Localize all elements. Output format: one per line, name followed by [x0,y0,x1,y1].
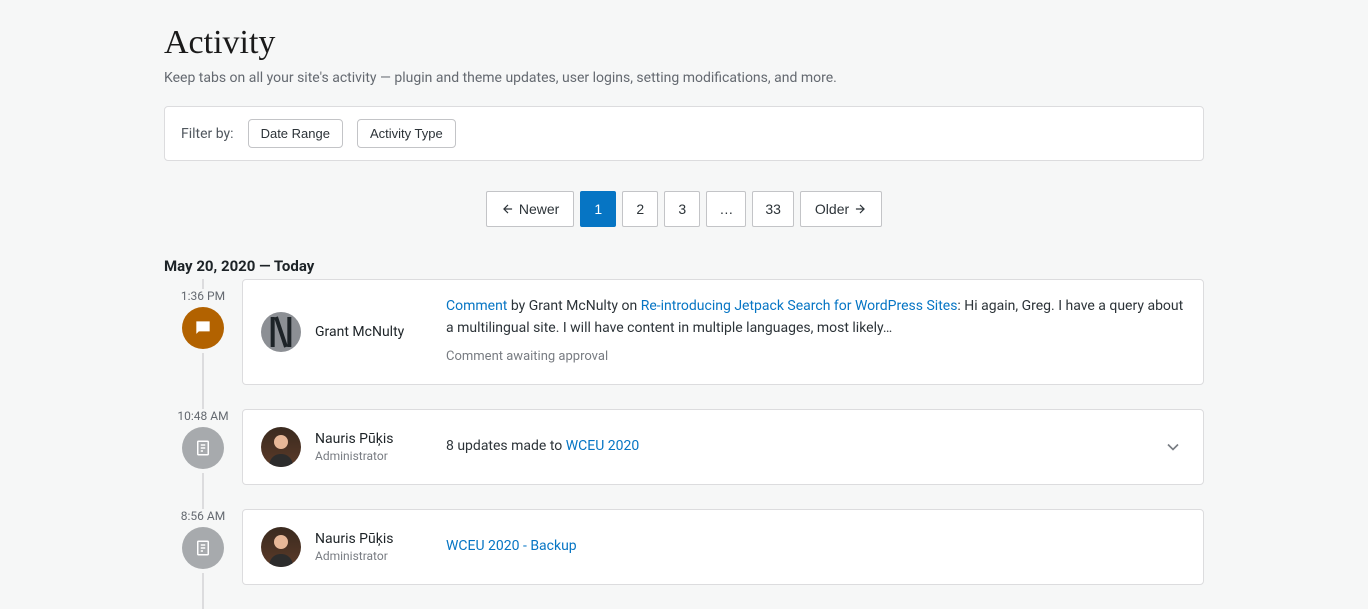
filter-bar: Filter by: Date Range Activity Type [164,106,1204,161]
comment-icon [182,307,224,349]
arrow-right-icon [853,202,867,216]
page-icon [182,527,224,569]
pagination: Newer 1 2 3 … 33 Older [164,191,1204,227]
date-header: May 20, 2020 — Today [164,257,1204,275]
activity-time: 10:48 AM [177,409,228,423]
page-2-button[interactable]: 2 [622,191,658,227]
timeline-gutter: 8:56 AM [164,509,242,609]
activity-body: WCEU 2020 - Backup [446,536,1185,558]
target-link[interactable]: WCEU 2020 [566,438,640,454]
activity-item: 1:36 PM Grant McNulty Comment [164,279,1204,409]
page-icon [182,427,224,469]
body-prefix: 8 updates made to [446,438,566,454]
page-subtitle: Keep tabs on all your site's activity — … [164,70,1204,86]
activity-card[interactable]: Grant McNulty Comment by Grant McNulty o… [242,279,1204,385]
post-link[interactable]: Re-introducing Jetpack Search for WordPr… [641,298,958,314]
target-link[interactable]: WCEU 2020 - Backup [446,538,577,554]
avatar [261,427,301,467]
page-3-button[interactable]: 3 [664,191,700,227]
body-text: by Grant McNulty on [507,298,640,314]
page-title: Activity [164,24,1204,62]
activity-item: 8:56 AM Nauris Pūķis Administrator [164,509,1204,609]
avatar [261,527,301,567]
activity-item: 10:48 AM Nauris Pūķis Administrator [164,409,1204,509]
actor-name: Nauris Pūķis [315,531,393,547]
activity-time: 8:56 AM [181,509,225,523]
activity-list: 1:36 PM Grant McNulty Comment [164,279,1204,609]
activity-card[interactable]: Nauris Pūķis Administrator 8 updates mad… [242,409,1204,485]
activity-body: 8 updates made to WCEU 2020 [446,436,1141,458]
newer-button[interactable]: Newer [486,191,574,227]
comment-link[interactable]: Comment [446,298,507,314]
chevron-down-icon[interactable] [1161,437,1185,457]
actor-name: Grant McNulty [315,324,404,340]
actor-role: Administrator [315,449,393,463]
activity-time: 1:36 PM [181,289,225,303]
activity-meta: Comment awaiting approval [446,347,1185,367]
newer-label: Newer [519,201,559,217]
timeline-gutter: 1:36 PM [164,279,242,409]
older-label: Older [815,201,849,217]
avatar [261,312,301,352]
timeline-gutter: 10:48 AM [164,409,242,509]
page-1-button[interactable]: 1 [580,191,616,227]
filter-label: Filter by: [181,126,234,142]
actor-name: Nauris Pūķis [315,431,393,447]
date-range-button[interactable]: Date Range [248,119,343,148]
older-button[interactable]: Older [800,191,882,227]
page-ellipsis-button: … [706,191,746,227]
page-33-button[interactable]: 33 [752,191,794,227]
activity-type-button[interactable]: Activity Type [357,119,456,148]
arrow-left-icon [501,202,515,216]
activity-body: Comment by Grant McNulty on Re-introduci… [446,296,1185,368]
activity-card[interactable]: Nauris Pūķis Administrator WCEU 2020 - B… [242,509,1204,585]
